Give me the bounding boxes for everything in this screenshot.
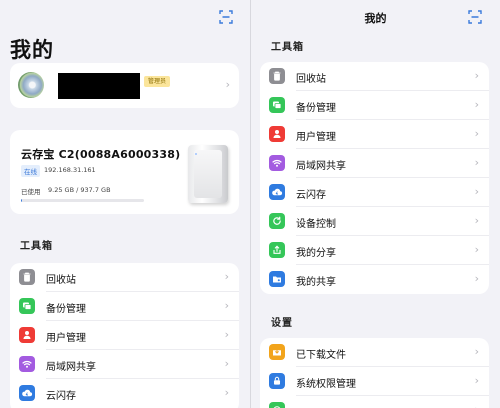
list-item-wifi[interactable]: 局域网共享 › bbox=[10, 350, 239, 379]
list-item-help[interactable]: › bbox=[260, 396, 489, 408]
list-item-label: 回收站 bbox=[46, 275, 76, 286]
list-item-user[interactable]: 用户管理 › bbox=[10, 321, 239, 350]
share-icon bbox=[269, 242, 285, 258]
list-item-label: 云闪存 bbox=[46, 391, 76, 402]
list-item-label: 备份管理 bbox=[46, 304, 86, 315]
my-page-left: 我的 管理员 › 云存宝 C2(0088A6000338) 在线 192.168… bbox=[0, 0, 250, 408]
chevron-right-icon: › bbox=[474, 69, 479, 82]
shared-folder-icon bbox=[269, 271, 285, 287]
list-item-lock[interactable]: 系统权限管理 › bbox=[260, 367, 489, 396]
profile-card[interactable]: 管理员 › bbox=[10, 63, 239, 108]
list-item-device-control[interactable]: 设备控制 › bbox=[260, 207, 489, 236]
list-item-label: 已下载文件 bbox=[296, 350, 346, 361]
chevron-right-icon: › bbox=[474, 272, 479, 285]
storage-progress-bar bbox=[21, 199, 144, 202]
tools-list: 回收站 › 备份管理 › 用户管理 › 局域网共享 › 云闪存 › 设备控制 › 我的分享 › 我的共享 › bbox=[260, 62, 489, 294]
chevron-right-icon: › bbox=[475, 403, 479, 408]
list-item-label: 我的分享 bbox=[296, 248, 336, 259]
chevron-right-icon: › bbox=[474, 127, 479, 140]
list-item-wifi[interactable]: 局域网共享 › bbox=[260, 149, 489, 178]
list-item-label: 云闪存 bbox=[296, 190, 326, 201]
chevron-right-icon: › bbox=[224, 270, 229, 283]
device-image bbox=[188, 145, 228, 203]
list-item-trash[interactable]: 回收站 › bbox=[260, 62, 489, 91]
list-item-shared-folder[interactable]: 我的共享 › bbox=[260, 265, 489, 294]
chevron-right-icon: › bbox=[224, 328, 229, 341]
list-item-cloud[interactable]: 云闪存 › bbox=[10, 379, 239, 408]
backup-icon bbox=[19, 298, 35, 314]
storage-used-value: 9.25 GB / 937.7 GB bbox=[48, 186, 111, 194]
chevron-right-icon: › bbox=[474, 214, 479, 227]
redacted-username bbox=[58, 73, 140, 99]
list-item-label: 回收站 bbox=[296, 74, 326, 85]
list-item-label: 用户管理 bbox=[46, 333, 86, 344]
chevron-right-icon: › bbox=[474, 156, 479, 169]
tools-section-title: 工具箱 bbox=[20, 241, 53, 252]
device-ip: 192.168.31.161 bbox=[44, 166, 96, 174]
backup-icon bbox=[269, 97, 285, 113]
download-icon bbox=[269, 344, 285, 360]
admin-badge: 管理员 bbox=[144, 76, 171, 87]
trash-icon bbox=[269, 68, 285, 84]
cloud-icon bbox=[269, 184, 285, 200]
device-name: 云存宝 C2(0088A6000338) bbox=[21, 148, 181, 161]
chevron-right-icon: › bbox=[224, 386, 229, 399]
chevron-right-icon: › bbox=[474, 345, 479, 358]
storage-used-label: 已使用 bbox=[21, 188, 41, 196]
settings-list: 已下载文件 › 系统权限管理 › › bbox=[260, 338, 489, 408]
tools-list: 回收站 › 备份管理 › 用户管理 › 局域网共享 › 云闪存 › bbox=[10, 263, 239, 408]
list-item-label: 设备控制 bbox=[296, 219, 336, 230]
status-badge: 在线 bbox=[21, 165, 40, 177]
page-title: 我的 bbox=[10, 38, 54, 62]
list-item-backup[interactable]: 备份管理 › bbox=[10, 292, 239, 321]
list-item-user[interactable]: 用户管理 › bbox=[260, 120, 489, 149]
chevron-right-icon: › bbox=[474, 98, 479, 111]
lock-icon bbox=[269, 373, 285, 389]
list-item-download[interactable]: 已下载文件 › bbox=[260, 338, 489, 367]
list-item-trash[interactable]: 回收站 › bbox=[10, 263, 239, 292]
scan-icon[interactable] bbox=[219, 10, 233, 24]
chevron-right-icon: › bbox=[474, 374, 479, 387]
user-icon bbox=[269, 126, 285, 142]
wifi-icon bbox=[269, 155, 285, 171]
wifi-icon bbox=[19, 356, 35, 372]
chevron-right-icon: › bbox=[474, 185, 479, 198]
avatar[interactable] bbox=[18, 72, 44, 98]
list-item-label: 系统权限管理 bbox=[296, 379, 356, 390]
settings-section-title: 设置 bbox=[271, 318, 293, 329]
trash-icon bbox=[19, 269, 35, 285]
help-icon bbox=[269, 402, 285, 408]
user-icon bbox=[19, 327, 35, 343]
chevron-right-icon: › bbox=[224, 299, 229, 312]
list-item-label: 局域网共享 bbox=[46, 362, 96, 373]
cloud-icon bbox=[19, 385, 35, 401]
list-item-label: 备份管理 bbox=[296, 103, 336, 114]
chevron-right-icon: › bbox=[225, 78, 230, 91]
list-item-share[interactable]: 我的分享 › bbox=[260, 236, 489, 265]
chevron-right-icon: › bbox=[224, 357, 229, 370]
device-card[interactable]: 云存宝 C2(0088A6000338) 在线 192.168.31.161 已… bbox=[10, 130, 239, 214]
scan-icon[interactable] bbox=[468, 10, 482, 24]
my-page-right: 我的 工具箱 回收站 › 备份管理 › 用户管理 › 局域网共享 › 云闪存 › 设备控制 › 我的分享… bbox=[251, 0, 500, 408]
chevron-right-icon: › bbox=[474, 243, 479, 256]
nav-title: 我的 bbox=[364, 12, 387, 25]
list-item-label: 局域网共享 bbox=[296, 161, 346, 172]
storage-progress-fill bbox=[21, 199, 23, 202]
list-item-cloud[interactable]: 云闪存 › bbox=[260, 178, 489, 207]
device-control-icon bbox=[269, 213, 285, 229]
tools-section-title: 工具箱 bbox=[271, 42, 304, 53]
list-item-label: 我的共享 bbox=[296, 277, 336, 288]
list-item-label: 用户管理 bbox=[296, 132, 336, 143]
list-item-backup[interactable]: 备份管理 › bbox=[260, 91, 489, 120]
